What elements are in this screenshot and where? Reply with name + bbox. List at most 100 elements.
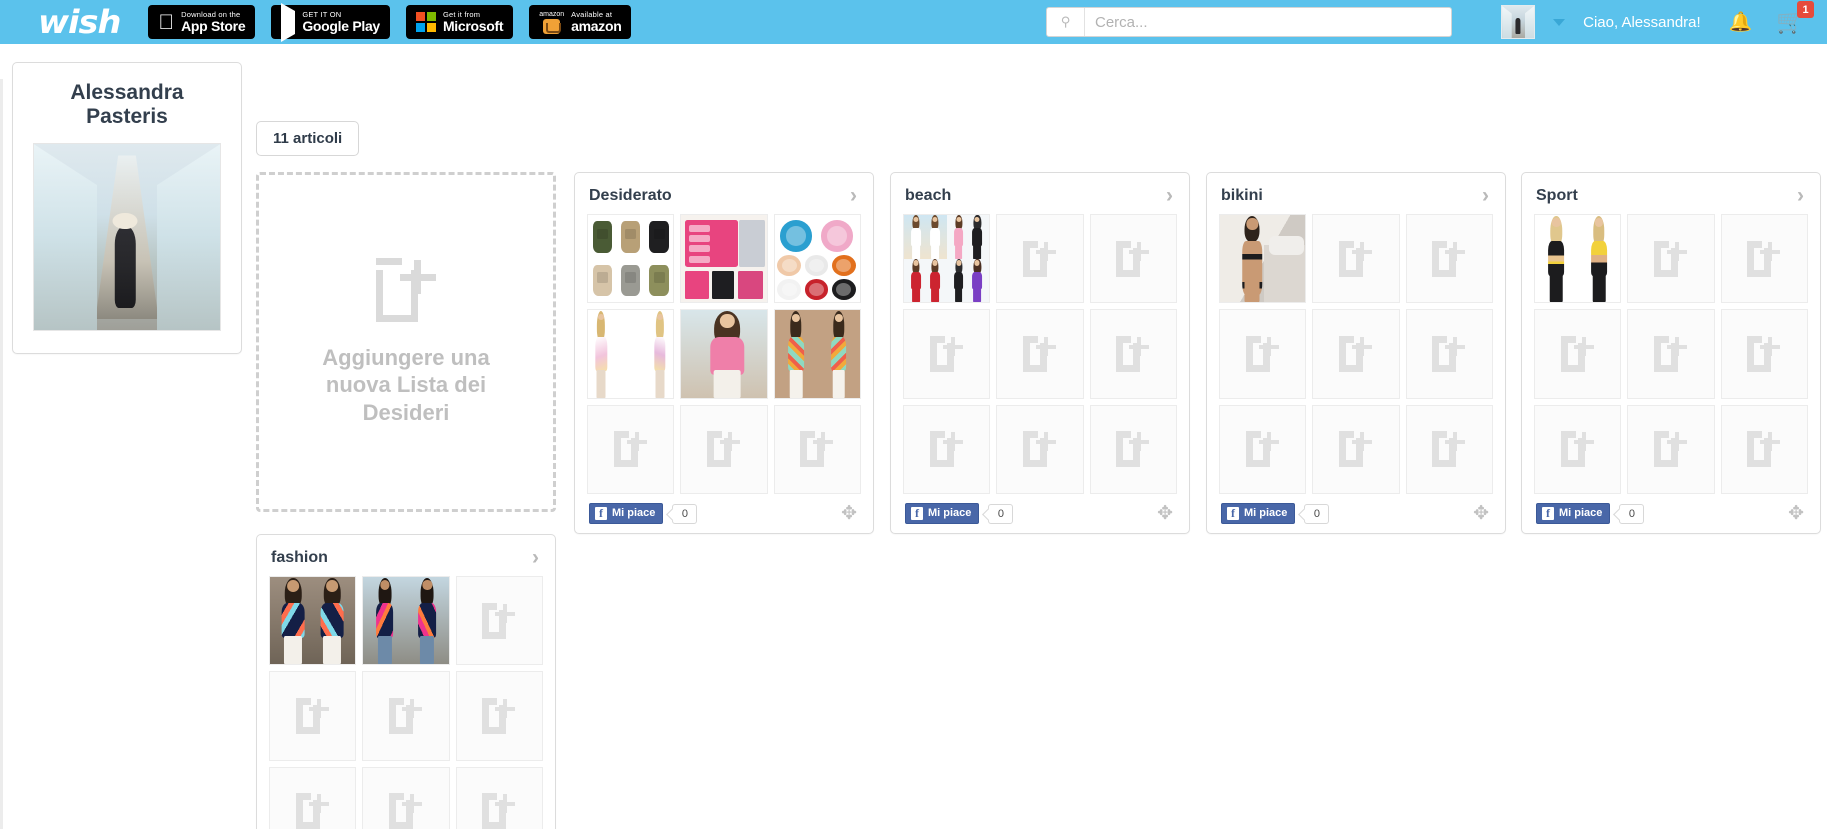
facebook-like-widget[interactable]: f Mi piace 0 [905,503,1014,525]
product-thumbnail[interactable] [269,576,357,666]
empty-thumbnail[interactable] [1089,404,1177,495]
chevron-down-icon[interactable] [1553,18,1566,26]
empty-thumbnail[interactable] [1405,404,1493,495]
google-play-big: Google Play [286,17,380,34]
facebook-like-widget[interactable]: f Mi piace 0 [589,503,698,525]
facebook-like-widget[interactable]: f Mi piace 0 [1536,503,1645,525]
google-play-icon [281,2,296,42]
facebook-like-widget[interactable]: f Mi piace 0 [1221,503,1330,525]
items-count-tab[interactable]: 11 articoli [256,121,360,156]
product-thumbnail[interactable] [903,214,991,304]
product-thumbnail[interactable] [587,309,675,399]
wishlist-card-bikini: bikini › f Mi piace 0 ✥ [1206,172,1506,535]
product-thumbnail[interactable] [1534,214,1622,304]
empty-thumbnail[interactable] [996,404,1084,495]
thumbnail-grid [903,214,1177,495]
facebook-like-button[interactable]: f Mi piace [1536,503,1611,525]
page-body: Alessandra Pasteris 11 articoli Aggiunge… [0,44,1827,829]
notifications-bell-icon[interactable]: 🔔 [1729,13,1753,32]
empty-thumbnail[interactable] [1312,309,1400,399]
card-header[interactable]: fashion › [269,545,543,576]
empty-thumbnail[interactable] [455,671,543,761]
chevron-right-icon[interactable]: › [1795,185,1806,206]
facebook-icon: f [911,506,923,520]
facebook-like-button[interactable]: f Mi piace [905,503,980,525]
empty-thumbnail[interactable] [680,404,768,495]
move-handle-icon[interactable]: ✥ [841,504,859,523]
empty-thumbnail[interactable] [1627,404,1715,495]
amazon-icon: amazon [539,11,564,34]
facebook-like-button[interactable]: f Mi piace [1221,503,1296,525]
empty-thumbnail[interactable] [773,404,861,495]
product-thumbnail[interactable] [773,214,861,304]
cart-button[interactable]: 🛒 1 [1776,1,1814,34]
product-thumbnail[interactable] [680,309,768,399]
search-bar[interactable]: ⚲ [1046,7,1452,37]
app-store-big: App Store [165,17,246,34]
card-footer: f Mi piace 0 ✥ [587,494,861,533]
like-count: 0 [672,503,698,524]
product-thumbnail[interactable] [680,214,768,304]
empty-thumbnail[interactable] [1219,309,1307,399]
empty-thumbnail[interactable] [269,766,357,829]
card-header[interactable]: bikini › [1219,183,1493,214]
empty-thumbnail[interactable] [1627,309,1715,399]
empty-thumbnail[interactable] [1534,309,1622,399]
product-thumbnail[interactable] [362,576,450,666]
move-handle-icon[interactable]: ✥ [1473,504,1491,523]
amazon-badge[interactable]: amazon Available at amazon [529,5,632,39]
wishlist-card-beach: beach › f Mi piace 0 ✥ [890,172,1190,535]
empty-thumbnail[interactable] [1534,404,1622,495]
empty-thumbnail[interactable] [1405,309,1493,399]
avatar[interactable] [1501,5,1536,39]
product-thumbnail[interactable] [587,214,675,304]
empty-thumbnail[interactable] [455,766,543,829]
card-header[interactable]: beach › [903,183,1177,214]
wish-logo[interactable]: wish [38,3,121,41]
product-thumbnail[interactable] [773,309,861,399]
microsoft-badge[interactable]: Get it from Microsoft [405,5,514,39]
chevron-right-icon[interactable]: › [848,185,859,206]
add-item-icon [376,257,436,322]
top-header: wish  Download on the App Store GET IT … [0,0,1827,44]
card-header[interactable]: Sport › [1534,183,1808,214]
empty-thumbnail[interactable] [996,214,1084,304]
empty-thumbnail[interactable] [362,766,450,829]
chevron-right-icon[interactable]: › [1164,185,1175,206]
card-footer: f Mi piace 0 ✥ [1534,494,1808,533]
empty-thumbnail[interactable] [1089,214,1177,304]
like-count: 0 [988,503,1014,524]
like-count: 0 [1619,503,1645,524]
search-input[interactable] [1085,8,1451,36]
empty-thumbnail[interactable] [269,671,357,761]
empty-thumbnail[interactable] [903,404,991,495]
empty-thumbnail[interactable] [903,309,991,399]
like-count: 0 [1304,503,1330,524]
empty-thumbnail[interactable] [1720,404,1808,495]
amazon-big: amazon [555,17,622,34]
empty-thumbnail[interactable] [1405,214,1493,304]
empty-thumbnail[interactable] [1219,404,1307,495]
empty-thumbnail[interactable] [1627,214,1715,304]
chevron-right-icon[interactable]: › [1480,185,1491,206]
empty-thumbnail[interactable] [1720,309,1808,399]
user-greeting[interactable]: Ciao, Alessandra! [1583,14,1701,31]
chevron-right-icon[interactable]: › [530,547,541,568]
empty-thumbnail[interactable] [1720,214,1808,304]
empty-thumbnail[interactable] [996,309,1084,399]
move-handle-icon[interactable]: ✥ [1788,504,1806,523]
google-play-badge[interactable]: GET IT ON Google Play [271,2,390,42]
empty-thumbnail[interactable] [1312,404,1400,495]
card-header[interactable]: Desiderato › [587,183,861,214]
move-handle-icon[interactable]: ✥ [1157,504,1175,523]
add-wishlist-tile[interactable]: Aggiungere una nuova Lista dei Desideri [256,172,556,512]
product-thumbnail[interactable] [1219,214,1307,304]
empty-thumbnail[interactable] [1089,309,1177,399]
empty-thumbnail[interactable] [362,671,450,761]
store-badges:  Download on the App Store GET IT ON Go… [148,2,632,42]
empty-thumbnail[interactable] [587,404,675,495]
facebook-like-button[interactable]: f Mi piace [589,503,664,525]
empty-thumbnail[interactable] [455,576,543,666]
empty-thumbnail[interactable] [1312,214,1400,304]
app-store-badge[interactable]:  Download on the App Store [148,5,256,39]
